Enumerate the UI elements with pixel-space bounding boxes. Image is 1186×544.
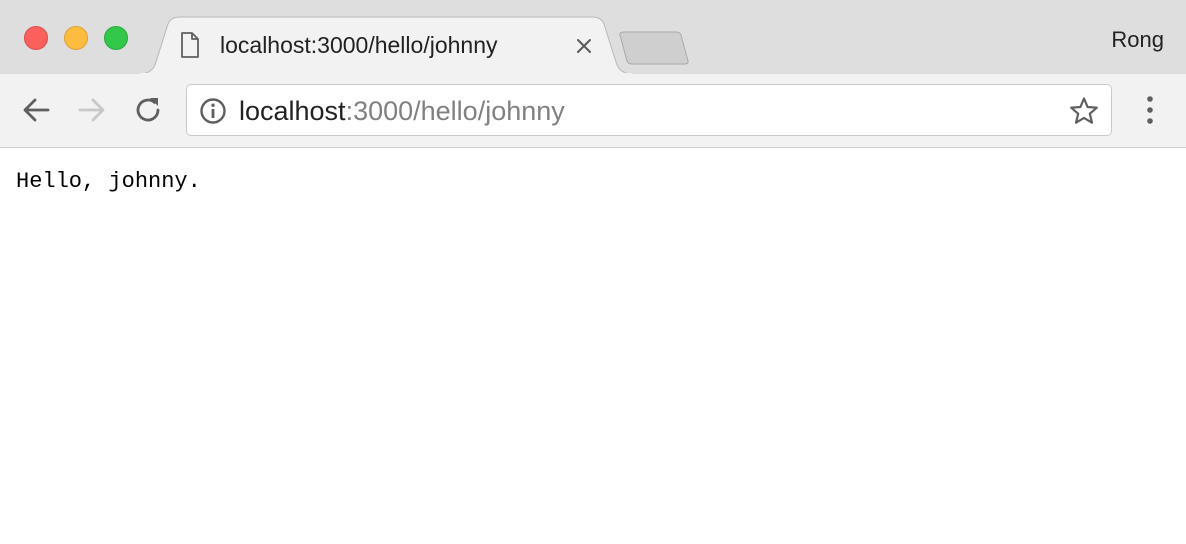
page-content: Hello, johnny. — [0, 148, 1186, 544]
active-tab[interactable]: localhost:3000/hello/johnny — [170, 16, 602, 74]
close-icon[interactable] — [574, 36, 594, 56]
star-icon[interactable] — [1069, 96, 1099, 126]
arrow-left-icon[interactable] — [20, 94, 52, 126]
profile-name[interactable]: Rong — [1111, 28, 1164, 52]
page-body-text: Hello, johnny. — [16, 169, 201, 194]
address-bar[interactable]: localhost:3000/hello/johnny — [186, 84, 1112, 136]
browser-window: localhost:3000/hello/johnny Rong localho… — [0, 0, 1186, 544]
new-tab-button[interactable] — [618, 30, 690, 66]
window-close-button[interactable] — [24, 26, 48, 50]
vertical-dots-icon[interactable] — [1138, 94, 1162, 128]
info-icon[interactable] — [199, 97, 227, 125]
url-host: localhost — [239, 96, 346, 126]
url-text[interactable]: localhost:3000/hello/johnny — [239, 97, 565, 125]
window-zoom-button[interactable] — [104, 26, 128, 50]
url-path: :3000/hello/johnny — [345, 96, 565, 126]
page-icon — [181, 32, 199, 58]
arrow-right-icon[interactable] — [76, 94, 108, 126]
tab-strip: localhost:3000/hello/johnny Rong — [0, 0, 1186, 76]
toolbar: localhost:3000/hello/johnny — [0, 74, 1186, 148]
reload-icon[interactable] — [132, 94, 164, 126]
window-minimize-button[interactable] — [64, 26, 88, 50]
tab-title: localhost:3000/hello/johnny — [220, 32, 498, 58]
